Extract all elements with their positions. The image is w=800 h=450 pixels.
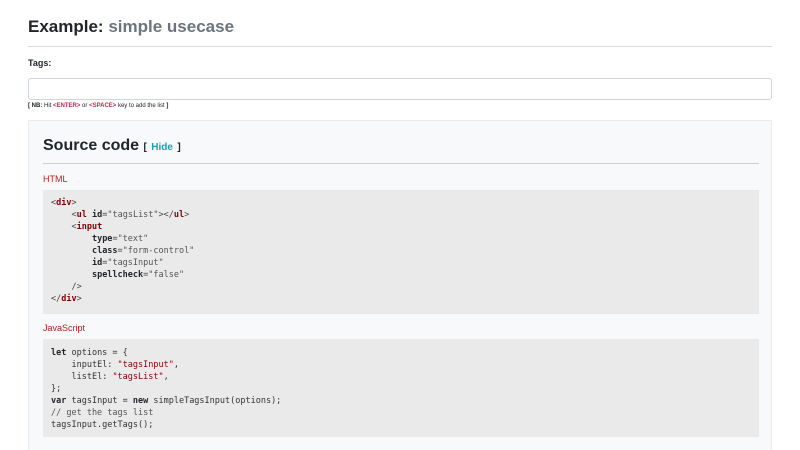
hint-open: [: [28, 103, 30, 109]
code-token: div: [61, 294, 77, 304]
code-token: listEl:: [71, 372, 113, 382]
source-code-panel: Source code [ Hide ] HTML <div> <ul id="…: [28, 120, 772, 450]
javascript-code: let options = { inputEl: "tagsInput", li…: [51, 347, 281, 431]
code-token: class: [91, 246, 118, 256]
code-token: type: [91, 234, 113, 244]
code-token: ul: [76, 210, 87, 220]
code-token: div: [56, 198, 72, 208]
code-token: spellcheck: [91, 270, 144, 280]
code-token: "tagsInput": [117, 360, 174, 370]
code-token: tagsInput =: [66, 396, 133, 406]
page-title: Example: simple usecase: [28, 17, 234, 37]
code-token: "tagsList": [107, 210, 159, 220]
code-token: options = {: [66, 348, 128, 358]
code-token: var: [51, 396, 67, 406]
code-token: tagsInput.getTags();: [51, 420, 154, 430]
title-suffix: simple usecase: [108, 17, 235, 36]
hint-close: ]: [166, 103, 169, 109]
javascript-code-block: let options = { inputEl: "tagsInput", li…: [43, 339, 759, 437]
hide-source-link[interactable]: Hide: [151, 142, 173, 153]
html-code-block: <div> <ul id="tagsList"></ul> <input typ…: [43, 190, 759, 314]
hide-bracket-open: [: [143, 142, 147, 153]
code-token: };: [51, 384, 62, 394]
source-code-title: Source code: [43, 137, 140, 154]
tags-input[interactable]: [28, 78, 772, 100]
title-divider: [28, 46, 772, 47]
code-token: "text": [117, 234, 149, 244]
hide-bracket-close: ]: [177, 142, 181, 153]
code-token: input: [76, 222, 103, 232]
code-token: simpleTagsInput(options);: [148, 396, 282, 406]
code-token: "tagsInput": [107, 258, 164, 268]
code-token: inputEl:: [71, 360, 118, 370]
code-token: ul: [173, 210, 185, 220]
code-token: />: [71, 282, 82, 292]
code-token: id: [91, 258, 103, 268]
code-token: "form-control": [122, 246, 195, 256]
hint-text: [ NB: Hit <ENTER> or <SPACE> key to add …: [28, 102, 168, 110]
source-divider: [43, 163, 759, 164]
hint-or: or: [82, 103, 88, 109]
hint-key-enter: <ENTER>: [53, 103, 81, 109]
code-token: id: [91, 210, 103, 220]
code-token: "false": [148, 270, 185, 280]
hint-nb: NB:: [31, 103, 43, 109]
code-token: // get the tags list: [51, 408, 154, 418]
html-section-label: HTML: [43, 174, 68, 184]
code-token: let: [51, 348, 67, 358]
hint-after: key to add the list: [117, 103, 165, 109]
javascript-section-label: JavaScript: [43, 323, 86, 333]
code-token: "tagsList": [112, 372, 164, 382]
hint-key-space: <SPACE>: [89, 103, 117, 109]
code-token: ,: [173, 360, 179, 370]
hint-before: Hit: [44, 103, 52, 109]
code-token: ,: [163, 372, 169, 382]
html-code: <div> <ul id="tagsList"></ul> <input typ…: [51, 198, 195, 304]
code-token: new: [132, 396, 149, 406]
tags-label: Tags:: [28, 58, 52, 68]
title-prefix: Example:: [28, 17, 104, 36]
source-code-heading: Source code [ Hide ]: [43, 137, 181, 157]
